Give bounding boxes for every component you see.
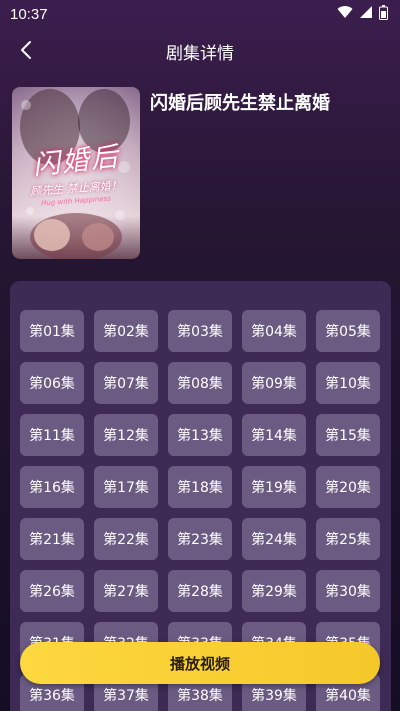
app-header: 剧集详情 — [0, 28, 400, 74]
episode-button[interactable]: 第16集 — [20, 466, 84, 508]
episode-button[interactable]: 第23集 — [168, 518, 232, 560]
status-bar: 10:37 — [0, 0, 400, 28]
episode-button[interactable]: 第07集 — [94, 362, 158, 404]
episode-button[interactable]: 第27集 — [94, 570, 158, 612]
episode-button[interactable]: 第25集 — [316, 518, 380, 560]
episode-button[interactable]: 第03集 — [168, 310, 232, 352]
episode-button[interactable]: 第14集 — [242, 414, 306, 456]
episode-button[interactable]: 第13集 — [168, 414, 232, 456]
episode-button[interactable]: 第05集 — [316, 310, 380, 352]
episode-button[interactable]: 第04集 — [242, 310, 306, 352]
episode-button[interactable]: 第18集 — [168, 466, 232, 508]
back-button[interactable] — [10, 36, 42, 68]
play-video-button[interactable]: 播放视频 — [20, 642, 380, 684]
episode-button[interactable]: 第29集 — [242, 570, 306, 612]
drama-info: 闪婚后 顾先生 禁止离婚！ Hug with Happiness 闪婚后顾先生禁… — [12, 87, 388, 259]
episode-button[interactable]: 第12集 — [94, 414, 158, 456]
episode-button[interactable]: 第09集 — [242, 362, 306, 404]
episode-button[interactable]: 第24集 — [242, 518, 306, 560]
episode-button[interactable]: 第08集 — [168, 362, 232, 404]
episode-button[interactable]: 第10集 — [316, 362, 380, 404]
episode-button[interactable]: 第15集 — [316, 414, 380, 456]
episode-button[interactable]: 第21集 — [20, 518, 84, 560]
episode-button[interactable]: 第26集 — [20, 570, 84, 612]
episode-button[interactable]: 第06集 — [20, 362, 84, 404]
episode-button[interactable]: 第11集 — [20, 414, 84, 456]
drama-poster[interactable]: 闪婚后 顾先生 禁止离婚！ Hug with Happiness — [12, 87, 140, 259]
episode-button[interactable]: 第02集 — [94, 310, 158, 352]
drama-title: 闪婚后顾先生禁止离婚 — [150, 93, 330, 114]
status-icons — [337, 4, 388, 24]
episode-button[interactable]: 第19集 — [242, 466, 306, 508]
battery-icon — [379, 4, 388, 24]
signal-icon — [359, 5, 373, 23]
page-title: 剧集详情 — [166, 43, 234, 64]
episode-button[interactable]: 第17集 — [94, 466, 158, 508]
episode-button[interactable]: 第28集 — [168, 570, 232, 612]
episode-button[interactable]: 第22集 — [94, 518, 158, 560]
episode-button[interactable]: 第20集 — [316, 466, 380, 508]
episode-button[interactable]: 第30集 — [316, 570, 380, 612]
episode-button[interactable]: 第01集 — [20, 310, 84, 352]
chevron-left-icon — [19, 40, 33, 64]
wifi-icon — [337, 5, 353, 23]
status-time: 10:37 — [10, 5, 48, 23]
